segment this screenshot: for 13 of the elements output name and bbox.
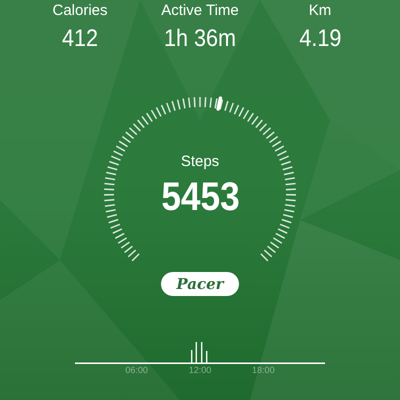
steps-count: 5453 <box>160 174 240 220</box>
stat-label: Km <box>308 2 332 20</box>
steps-label: Steps <box>180 153 220 171</box>
time-label: 18:00 <box>252 364 275 376</box>
stat-value: 1h 36m <box>164 24 236 54</box>
time-label: 12:00 <box>188 364 212 376</box>
stat-value: 412 <box>62 24 98 54</box>
activity-bars-drawing <box>191 342 208 363</box>
stat-label: Calories <box>52 2 108 20</box>
time-label: 06:00 <box>125 364 148 376</box>
stat-label: Active Time <box>161 2 239 20</box>
logo: Pacer <box>161 272 239 296</box>
stat-value: 4.19 <box>298 24 342 54</box>
